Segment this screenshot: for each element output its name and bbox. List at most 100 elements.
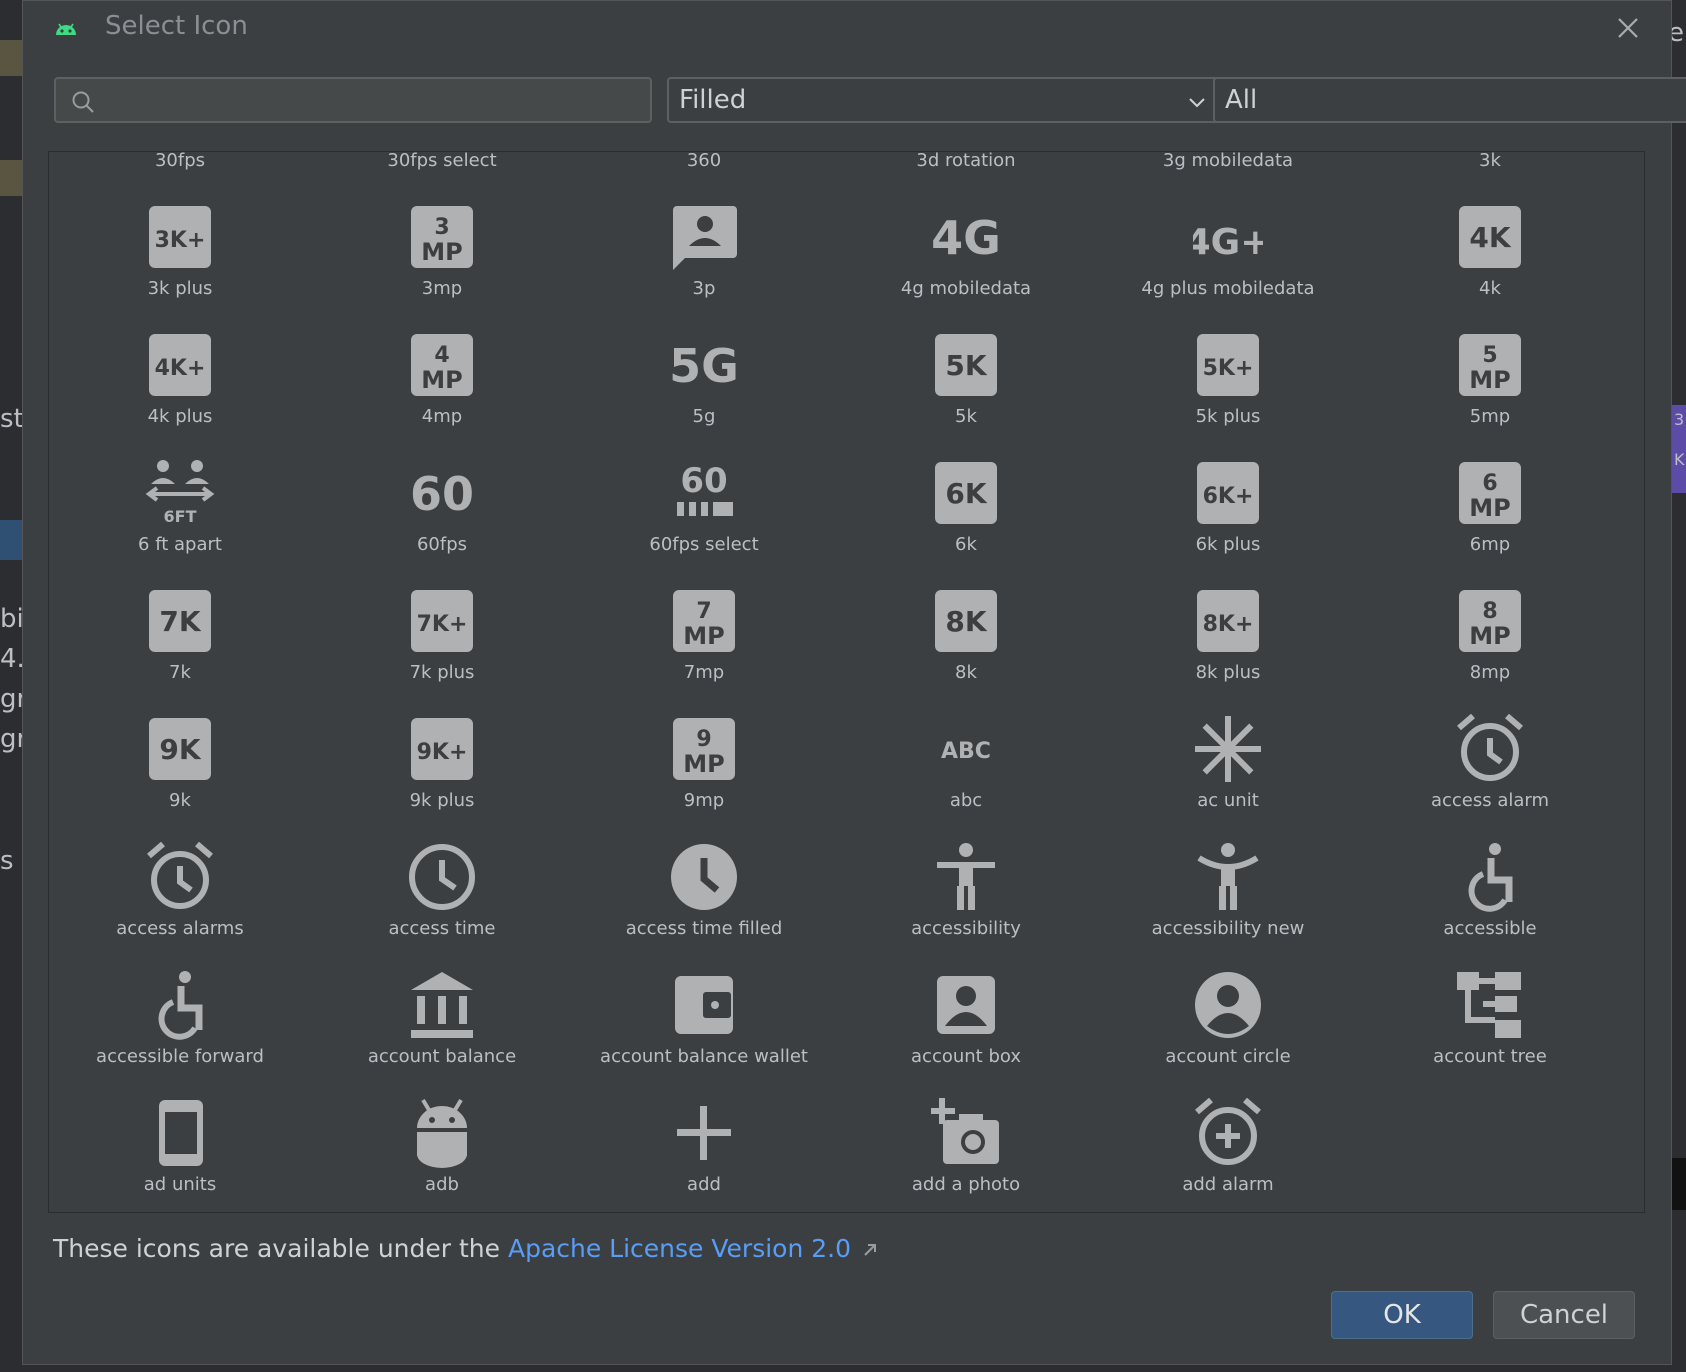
icon-cell[interactable]: accessible forward [49, 950, 311, 1078]
icon-cell[interactable]: 6K+ 6k plus [1097, 438, 1359, 566]
ac-unit-icon [1195, 716, 1261, 782]
icon-cell[interactable]: 6FT 6 ft apart [49, 438, 311, 566]
icon-cell[interactable]: 7K 7k [49, 566, 311, 694]
4g-mobiledata-icon: 4G [931, 211, 1001, 265]
icon-cell[interactable]: account box [835, 950, 1097, 1078]
icon-label: 4mp [421, 406, 463, 427]
category-dropdown-value: All [1225, 85, 1258, 115]
icon-label: 9mp [683, 790, 725, 811]
icon-cell[interactable]: 3p [573, 182, 835, 310]
5mp-icon: 5MP [1459, 334, 1521, 396]
icon-cell[interactable]: 60 60fps select [573, 438, 835, 566]
icon-cell[interactable]: access time filled [573, 822, 835, 950]
icon-cell[interactable]: 8K+ 8k plus [1097, 566, 1359, 694]
icon-cell[interactable]: 3 MP 3mp [311, 182, 573, 310]
ad-units-icon [159, 1100, 203, 1166]
icon-label: access alarm [1430, 790, 1550, 811]
account-balance-wallet-icon [675, 976, 733, 1034]
icon-cell[interactable]: 7 MP 7mp [573, 566, 835, 694]
icon-cell[interactable]: 3K+ 3k plus [49, 182, 311, 310]
icon-cell[interactable]: 60 60fps [311, 438, 573, 566]
icon-cell[interactable]: 3k [1359, 152, 1621, 182]
icon-cell[interactable]: account balance wallet [573, 950, 835, 1078]
icon-cell[interactable]: accessible [1359, 822, 1621, 950]
3mp-icon: 3MP [411, 206, 473, 268]
icon-cell[interactable]: 4 MP 4mp [311, 310, 573, 438]
icon-label: 9k plus [409, 790, 475, 811]
icon-label: 60fps [416, 534, 468, 555]
icon-cell[interactable]: account circle [1097, 950, 1359, 1078]
svg-text:8K+: 8K+ [1203, 612, 1254, 637]
icon-cell[interactable]: access alarms [49, 822, 311, 950]
license-link[interactable]: Apache License Version 2.0 [508, 1234, 851, 1263]
icon-cell[interactable]: 5 MP 5mp [1359, 310, 1621, 438]
style-dropdown[interactable]: Filled [667, 77, 1225, 123]
6k-plus-icon: 6K+ [1197, 462, 1259, 524]
icon-cell[interactable]: 5G 5g [573, 310, 835, 438]
bg-sidebar-highlight [0, 160, 22, 196]
category-dropdown[interactable]: All [1213, 77, 1686, 123]
dialog-title: Select Icon [105, 11, 248, 41]
icon-cell[interactable]: 4K+ 4k plus [49, 310, 311, 438]
icon-label: account box [911, 1046, 1021, 1067]
icon-cell[interactable]: 9K 9k [49, 694, 311, 822]
6-ft-apart-icon: 6FT [145, 460, 215, 526]
search-input[interactable] [108, 83, 642, 119]
access-time-icon [409, 844, 475, 910]
icon-label: 8mp [1469, 662, 1511, 683]
icon-cell[interactable]: ABC abc [835, 694, 1097, 822]
icon-cell[interactable]: 3g mobiledata [1097, 152, 1359, 182]
bg-dark-bar [1672, 1158, 1686, 1210]
icon-cell[interactable]: accessibility new [1097, 822, 1359, 950]
8k-icon: 8K [935, 590, 997, 652]
icon-cell[interactable]: 6 MP 6mp [1359, 438, 1621, 566]
cancel-button[interactable]: Cancel [1493, 1291, 1635, 1339]
icon-label: 60fps select [649, 534, 759, 555]
icon-cell[interactable]: add [573, 1078, 835, 1206]
icon-cell[interactable]: 360 [573, 152, 835, 182]
icon-label: 9k [169, 790, 191, 811]
svg-text:7: 7 [696, 599, 711, 624]
icon-cell[interactable]: 9 MP 9mp [573, 694, 835, 822]
icon-cell[interactable]: 9K+ 9k plus [311, 694, 573, 822]
add-alarm-icon [1195, 1098, 1261, 1165]
icon-label: 3d rotation [916, 151, 1016, 171]
add-a-photo-icon [931, 1098, 999, 1164]
bg-text: 3 [1674, 410, 1685, 429]
icon-cell[interactable]: 8K 8k [835, 566, 1097, 694]
icon-cell[interactable]: accessibility [835, 822, 1097, 950]
icon-cell[interactable]: account balance [311, 950, 573, 1078]
icon-cell[interactable]: 4G 4g mobiledata [835, 182, 1097, 310]
ok-button[interactable]: OK [1331, 1291, 1473, 1339]
svg-text:5K+: 5K+ [1203, 356, 1254, 381]
accessibility-icon [937, 843, 995, 910]
svg-text:MP: MP [421, 366, 462, 394]
icon-cell[interactable]: 4K 4k [1359, 182, 1621, 310]
svg-text:9K: 9K [159, 733, 201, 766]
icon-cell[interactable]: 5K+ 5k plus [1097, 310, 1359, 438]
icon-cell[interactable]: account tree [1359, 950, 1621, 1078]
icon-cell[interactable]: 7K+ 7k plus [311, 566, 573, 694]
icon-cell[interactable]: 5K 5k [835, 310, 1097, 438]
icon-cell[interactable]: access time [311, 822, 573, 950]
icon-label: 8k [955, 662, 977, 683]
icon-cell[interactable]: add a photo [835, 1078, 1097, 1206]
icon-cell[interactable]: 30fps select [311, 152, 573, 182]
icon-cell[interactable]: 4G+ 4g plus mobiledata [1097, 182, 1359, 310]
9mp-icon: 9MP [673, 718, 735, 780]
icon-cell[interactable]: adb [311, 1078, 573, 1206]
svg-text:9K+: 9K+ [417, 740, 468, 765]
icon-cell[interactable]: 6K 6k [835, 438, 1097, 566]
close-icon[interactable] [1611, 11, 1645, 45]
icon-cell[interactable]: 3d rotation [835, 151, 1097, 182]
icon-cell[interactable]: ad units [49, 1078, 311, 1206]
icon-cell[interactable]: ac unit [1097, 694, 1359, 822]
icon-cell[interactable]: add alarm [1097, 1078, 1359, 1206]
icon-label: access time [388, 918, 496, 939]
svg-text:4: 4 [434, 343, 449, 368]
icon-cell[interactable]: 30fps [49, 152, 311, 182]
icon-cell[interactable]: 8 MP 8mp [1359, 566, 1621, 694]
svg-text:4G: 4G [931, 211, 1001, 265]
icon-cell[interactable]: access alarm [1359, 694, 1621, 822]
icon-label: accessible forward [96, 1046, 264, 1067]
